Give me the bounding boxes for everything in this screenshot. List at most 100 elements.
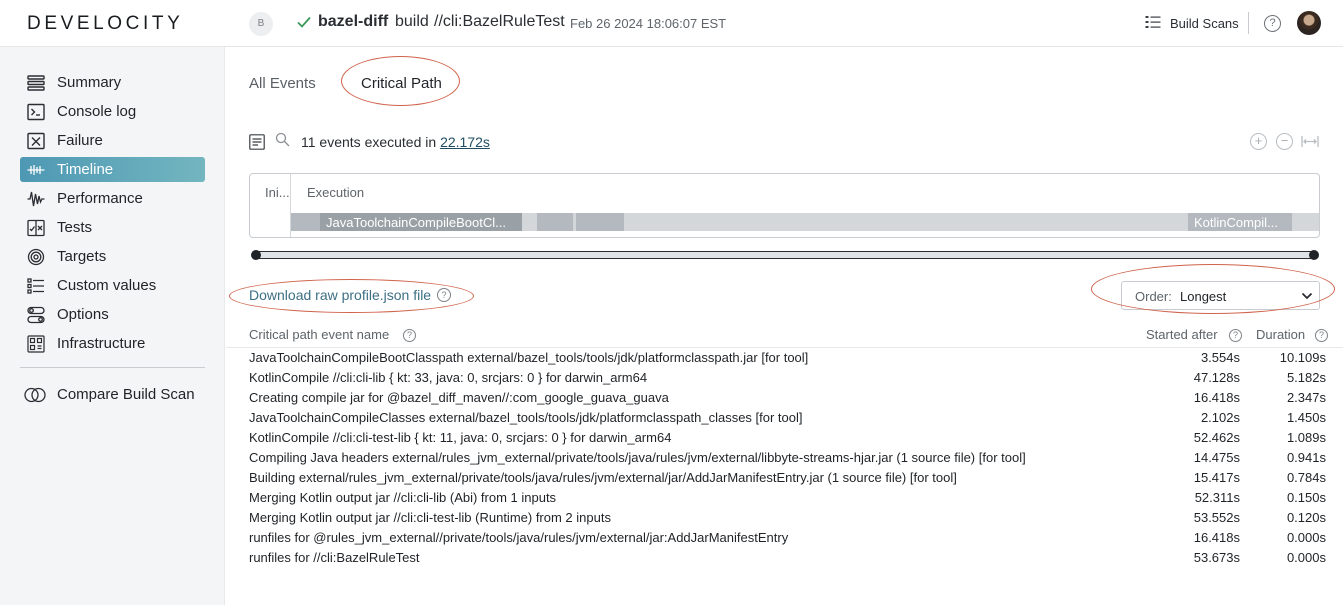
slider-track[interactable] — [254, 251, 1316, 259]
column-header-started-after[interactable]: Started after — [1146, 327, 1218, 342]
started-after: 14.475s — [1193, 450, 1240, 465]
timeline-chart[interactable]: Ini... Execution JavaToolchainCompileBoo… — [249, 173, 1320, 238]
timeline-segment-javatoolchain[interactable]: JavaToolchainCompileBootCl... — [320, 213, 522, 231]
duration: 0.784s — [1286, 470, 1326, 485]
sidebar-item-options[interactable]: Options — [20, 302, 205, 327]
duration: 1.450s — [1286, 410, 1326, 425]
event-name: Building external/rules_jvm_external/pri… — [249, 470, 957, 485]
sidebar-item-console-log[interactable]: Console log — [20, 99, 205, 124]
project-avatar: B — [249, 12, 273, 36]
slider-handle-right[interactable] — [1309, 250, 1319, 260]
sidebar-item-infrastructure[interactable]: Infrastructure — [20, 331, 205, 356]
duration: 0.120s — [1286, 510, 1326, 525]
duration: 0.000s — [1286, 550, 1326, 565]
compare-icon — [24, 387, 46, 402]
sidebar-item-label: Options — [57, 306, 109, 323]
total-duration-link[interactable]: 22.172s — [440, 134, 490, 150]
sidebar-item-targets[interactable]: Targets — [20, 244, 205, 269]
help-icon[interactable]: ? — [1315, 329, 1328, 342]
sidebar-item-compare[interactable]: Compare Build Scan — [20, 382, 205, 407]
started-after: 47.128s — [1193, 370, 1240, 385]
table-row[interactable]: Creating compile jar for @bazel_diff_mav… — [249, 387, 1329, 407]
timeline-segment-kotlincompile[interactable]: KotlinCompil... — [1188, 213, 1292, 231]
sidebar-item-label: Console log — [57, 103, 137, 120]
help-icon[interactable]: ? — [1264, 15, 1281, 32]
sidebar-item-label: Infrastructure — [57, 335, 146, 352]
slider-handle-left[interactable] — [251, 250, 261, 260]
tab-all-events[interactable]: All Events — [249, 75, 316, 92]
events-summary: 11 events executed in 22.172s — [301, 134, 490, 150]
timeline-segment[interactable] — [576, 213, 624, 231]
event-name: runfiles for //cli:BazelRuleTest — [249, 550, 420, 565]
sidebar: Summary Console log Failure Timeline Per… — [0, 47, 225, 605]
duration: 2.347s — [1286, 390, 1326, 405]
event-name: KotlinCompile //cli:cli-test-lib { kt: 1… — [249, 430, 672, 445]
help-icon[interactable]: ? — [403, 329, 416, 342]
duration: 0.150s — [1286, 490, 1326, 505]
console-icon — [27, 103, 45, 120]
help-icon[interactable]: ? — [1229, 329, 1242, 342]
sidebar-item-label: Performance — [57, 190, 143, 207]
build-scans-list-icon[interactable] — [1145, 15, 1161, 29]
table-row[interactable]: JavaToolchainCompileClasses external/baz… — [249, 407, 1329, 427]
table-row[interactable]: Merging Kotlin output jar //cli:cli-lib … — [249, 487, 1329, 507]
table-row[interactable]: runfiles for //cli:BazelRuleTest 53.673s 0… — [249, 547, 1329, 567]
table-row[interactable]: Building external/rules_jvm_external/pri… — [249, 467, 1329, 487]
started-after: 52.462s — [1193, 430, 1240, 445]
search-icon[interactable] — [275, 132, 290, 147]
table-row[interactable]: JavaToolchainCompileBootClasspath extern… — [249, 347, 1329, 367]
build-word: build — [395, 13, 429, 30]
column-header-duration[interactable]: Duration — [1256, 327, 1305, 342]
sidebar-item-summary[interactable]: Summary — [20, 70, 205, 95]
zoom-out-icon[interactable]: − — [1276, 133, 1293, 150]
executed-in-text: executed in — [364, 134, 437, 150]
sidebar-item-label: Failure — [57, 132, 103, 149]
duration: 10.109s — [1279, 350, 1326, 365]
list-view-icon[interactable] — [249, 134, 265, 150]
project-name: bazel-diff — [318, 13, 389, 30]
timeline-segment[interactable] — [537, 213, 573, 231]
annotation-circle — [341, 56, 460, 106]
started-after: 53.673s — [1193, 550, 1240, 565]
table-row[interactable]: KotlinCompile //cli:cli-lib { kt: 33, ja… — [249, 367, 1329, 387]
success-check-icon — [297, 16, 311, 28]
event-name: Creating compile jar for @bazel_diff_mav… — [249, 390, 669, 405]
table-row[interactable]: KotlinCompile //cli:cli-test-lib { kt: 1… — [249, 427, 1329, 447]
duration: 5.182s — [1286, 370, 1326, 385]
sidebar-item-label: Custom values — [57, 277, 157, 294]
event-name: Merging Kotlin output jar //cli:cli-lib … — [249, 490, 557, 505]
zoom-fit-icon[interactable] — [1301, 133, 1319, 150]
duration: 1.089s — [1286, 430, 1326, 445]
sidebar-item-failure[interactable]: Failure — [20, 128, 205, 153]
started-after: 16.418s — [1193, 530, 1240, 545]
sidebar-item-performance[interactable]: Performance — [20, 186, 205, 211]
sidebar-item-label: Summary — [57, 74, 122, 91]
sidebar-item-timeline[interactable]: Timeline — [20, 157, 205, 182]
develocity-logo[interactable]: DEVELOCITY — [27, 13, 183, 35]
sidebar-item-custom-values[interactable]: Custom values — [20, 273, 205, 298]
started-after: 15.417s — [1193, 470, 1240, 485]
sidebar-item-label: Compare Build Scan — [57, 386, 195, 403]
build-scans-link[interactable]: Build Scans — [1170, 16, 1239, 31]
sidebar-divider — [20, 367, 205, 368]
annotation-circle — [1091, 264, 1335, 314]
timeline-range-slider[interactable] — [250, 249, 1321, 261]
build-target: //cli:BazelRuleTest — [434, 13, 565, 30]
sidebar-item-label: Timeline — [57, 161, 114, 178]
table-row[interactable]: Compiling Java headers external/rules_jv… — [249, 447, 1329, 467]
table-row[interactable]: Merging Kotlin output jar //cli:cli-test… — [249, 507, 1329, 527]
started-after: 3.554s — [1200, 350, 1240, 365]
timeline-segment[interactable] — [291, 213, 320, 231]
started-after: 52.311s — [1194, 490, 1240, 505]
zoom-in-icon[interactable]: + — [1250, 133, 1267, 150]
init-phase-label: Ini... — [265, 185, 290, 200]
build-date: Feb 26 2024 18:06:07 EST — [570, 16, 727, 31]
table-row[interactable]: runfiles for @rules_jvm_external//privat… — [249, 527, 1329, 547]
top-header: DEVELOCITY B bazel-diff build //cli:Baze… — [0, 0, 1343, 47]
event-name: Compiling Java headers external/rules_jv… — [249, 450, 1026, 465]
event-name: JavaToolchainCompileBootClasspath extern… — [249, 350, 809, 365]
sidebar-item-tests[interactable]: Tests — [20, 215, 205, 240]
user-avatar[interactable] — [1297, 11, 1321, 35]
execution-phase-label: Execution — [307, 185, 365, 200]
column-header-name[interactable]: Critical path event name — [249, 327, 389, 342]
